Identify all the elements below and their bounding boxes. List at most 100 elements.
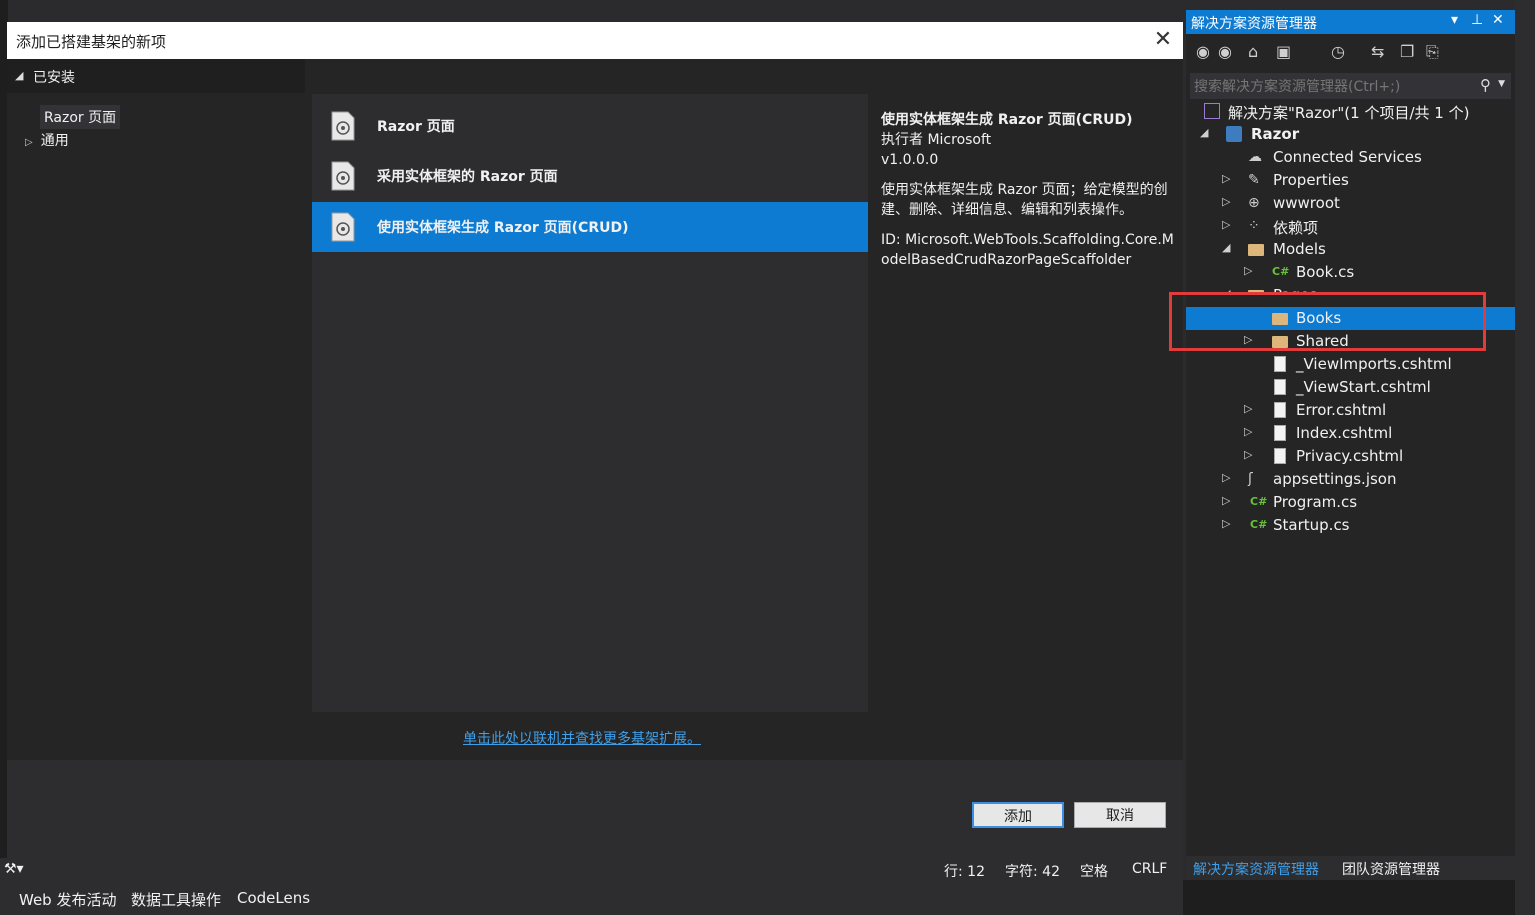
detail-author: 执行者 Microsoft	[881, 132, 992, 148]
show-all-files-icon[interactable]: ⎘	[1426, 42, 1439, 62]
tree-row[interactable]: ▷ C# Program.cs	[1186, 491, 1515, 514]
razor-file-icon	[1274, 402, 1286, 418]
tree-row[interactable]: ▷ C# Startup.cs	[1186, 514, 1515, 537]
tree-row[interactable]: ☁ Connected Services	[1186, 146, 1515, 169]
tree-row[interactable]: _ViewStart.cshtml	[1186, 376, 1515, 399]
collapse-icon: ◢	[15, 69, 24, 82]
tree-node-razor-pages[interactable]: Razor 页面	[40, 105, 121, 129]
close-icon[interactable]: ✕	[1492, 12, 1504, 28]
tree-node-general-label: 通用	[40, 133, 69, 149]
tree-row[interactable]: ▷ ⁘ 依赖项	[1186, 215, 1515, 238]
tab-solution-explorer[interactable]: 解决方案资源管理器	[1193, 859, 1319, 879]
tools-icon[interactable]: ⚒▾	[4, 861, 24, 877]
history-icon[interactable]: ◷	[1331, 42, 1345, 61]
status-spaces[interactable]: 空格	[1080, 861, 1108, 881]
template-name: Razor 页面	[377, 119, 455, 135]
tree-row[interactable]: ▷ Privacy.cshtml	[1186, 445, 1515, 468]
expand-icon[interactable]: ▷	[1244, 264, 1252, 277]
tree-row[interactable]: ▷ Error.cshtml	[1186, 399, 1515, 422]
tree-label: Connected Services	[1273, 148, 1422, 166]
razor-file-icon	[1274, 356, 1286, 372]
right-toolbar-edge	[1515, 0, 1535, 915]
tree-row[interactable]: ▷ ✎ Properties	[1186, 169, 1515, 192]
expand-icon[interactable]: ▷	[1222, 172, 1230, 185]
solution-search-box: ⚲ ▼	[1190, 73, 1511, 99]
tree-label: _ViewStart.cshtml	[1296, 378, 1431, 396]
csharp-icon: C#	[1272, 265, 1290, 278]
home-icon[interactable]: ⌂	[1248, 42, 1258, 61]
web-project-icon	[1226, 126, 1242, 142]
dropdown-icon[interactable]: ▾	[1451, 12, 1458, 28]
tab-web-publish[interactable]: Web 发布活动	[19, 889, 116, 910]
tree-row[interactable]: ◢ Models	[1186, 238, 1515, 261]
tree-row-solution[interactable]: 解决方案"Razor"(1 个项目/共 1 个)	[1186, 100, 1515, 123]
tab-codelens[interactable]: CodeLens	[237, 889, 310, 907]
tree-label: Models	[1273, 240, 1326, 258]
razor-file-icon	[1274, 379, 1286, 395]
detail-version: v1.0.0.0	[881, 152, 939, 168]
tree-label: Razor	[1251, 125, 1300, 143]
add-button[interactable]: 添加	[972, 802, 1064, 828]
expand-icon[interactable]: ▷	[1222, 218, 1230, 231]
expand-icon[interactable]: ▷	[1222, 195, 1230, 208]
close-icon[interactable]: ✕	[1149, 26, 1177, 54]
online-extensions-link[interactable]: 单击此处以联机并查找更多基架扩展。	[463, 728, 701, 748]
status-char: 字符: 42	[1005, 864, 1060, 880]
sync-icon[interactable]: ⇆	[1371, 42, 1384, 61]
razor-file-icon	[331, 161, 355, 191]
solution-icon	[1204, 103, 1220, 119]
collapse-all-icon[interactable]: ❐	[1400, 42, 1414, 61]
cancel-button[interactable]: 取消	[1074, 802, 1166, 828]
tab-data-tools[interactable]: 数据工具操作	[131, 889, 221, 910]
razor-file-icon	[331, 111, 355, 141]
tree-row-project[interactable]: ◢ Razor	[1186, 123, 1515, 146]
status-line: 行: 12	[944, 864, 985, 880]
template-item[interactable]: Razor 页面	[312, 101, 868, 151]
expand-icon[interactable]: ▷	[1222, 517, 1230, 530]
solution-explorer-toolbar: ◉ ◉ ⌂ ▣ ◷ ⇆ ❐ ⎘	[1186, 38, 1515, 68]
expand-icon[interactable]: ▷	[1222, 471, 1230, 484]
background-strip	[1183, 880, 1535, 915]
expand-icon[interactable]: ▷	[1244, 402, 1252, 415]
expand-icon[interactable]: ▷	[1222, 494, 1230, 507]
tree-row[interactable]: _ViewImports.cshtml	[1186, 353, 1515, 376]
tree-installed-label: 已安装	[33, 70, 75, 86]
forward-icon[interactable]: ◉	[1218, 42, 1232, 61]
solution-search-input[interactable]	[1192, 75, 1478, 99]
tree-node-general[interactable]: ▷ 通用	[25, 130, 69, 150]
template-item-selected[interactable]: 使用实体框架生成 Razor 页面(CRUD)	[312, 202, 868, 252]
back-icon[interactable]: ◉	[1196, 42, 1210, 61]
tree-label: _ViewImports.cshtml	[1296, 355, 1452, 373]
razor-file-icon	[1274, 448, 1286, 464]
collapse-icon: ◢	[1200, 126, 1209, 139]
expand-icon[interactable]: ▷	[1244, 448, 1252, 461]
tree-label: Index.cshtml	[1296, 424, 1393, 442]
tree-row[interactable]: ▷ ⊕ wwwroot	[1186, 192, 1515, 215]
status-bar: ⚒▾ 行: 12 字符: 42 空格 CRLF	[0, 858, 1183, 882]
tree-label: appsettings.json	[1273, 470, 1397, 488]
tree-row[interactable]: ▷ ʃ appsettings.json	[1186, 468, 1515, 491]
chevron-down-icon[interactable]: ▼	[1498, 79, 1505, 89]
status-eol[interactable]: CRLF	[1132, 861, 1167, 877]
expand-icon[interactable]: ▷	[1244, 425, 1252, 438]
tab-team-explorer[interactable]: 团队资源管理器	[1342, 859, 1440, 879]
template-details: 使用实体框架生成 Razor 页面(CRUD) 执行者 Microsoft v1…	[881, 110, 1179, 270]
detail-title: 使用实体框架生成 Razor 页面(CRUD)	[881, 112, 1133, 128]
tree-installed-header[interactable]: ◢ 已安装	[7, 59, 305, 93]
tree-label: Privacy.cshtml	[1296, 447, 1404, 465]
csharp-icon: C#	[1250, 495, 1268, 508]
pin-icon[interactable]: ⊥	[1471, 12, 1483, 28]
tree-row[interactable]: ▷ C# Book.cs	[1186, 261, 1515, 284]
dialog-footer: 添加 取消	[7, 760, 1183, 858]
collapse-icon[interactable]: ◢	[1222, 241, 1230, 254]
template-item[interactable]: 采用实体框架的 Razor 页面	[312, 151, 868, 201]
tree-row[interactable]: ▷ Index.cshtml	[1186, 422, 1515, 445]
csharp-icon: C#	[1250, 518, 1268, 531]
dialog-title-bar: 添加已搭建基架的新项 ✕	[7, 22, 1183, 59]
switch-views-icon[interactable]: ▣	[1276, 42, 1291, 61]
detail-description: 使用实体框架生成 Razor 页面；给定模型的创建、删除、详细信息、编辑和列表操…	[881, 182, 1168, 218]
tree-label: wwwroot	[1273, 194, 1340, 212]
search-icon[interactable]: ⚲	[1480, 76, 1491, 94]
dependencies-icon: ⁘	[1248, 218, 1260, 234]
tree-label: Properties	[1273, 171, 1349, 189]
